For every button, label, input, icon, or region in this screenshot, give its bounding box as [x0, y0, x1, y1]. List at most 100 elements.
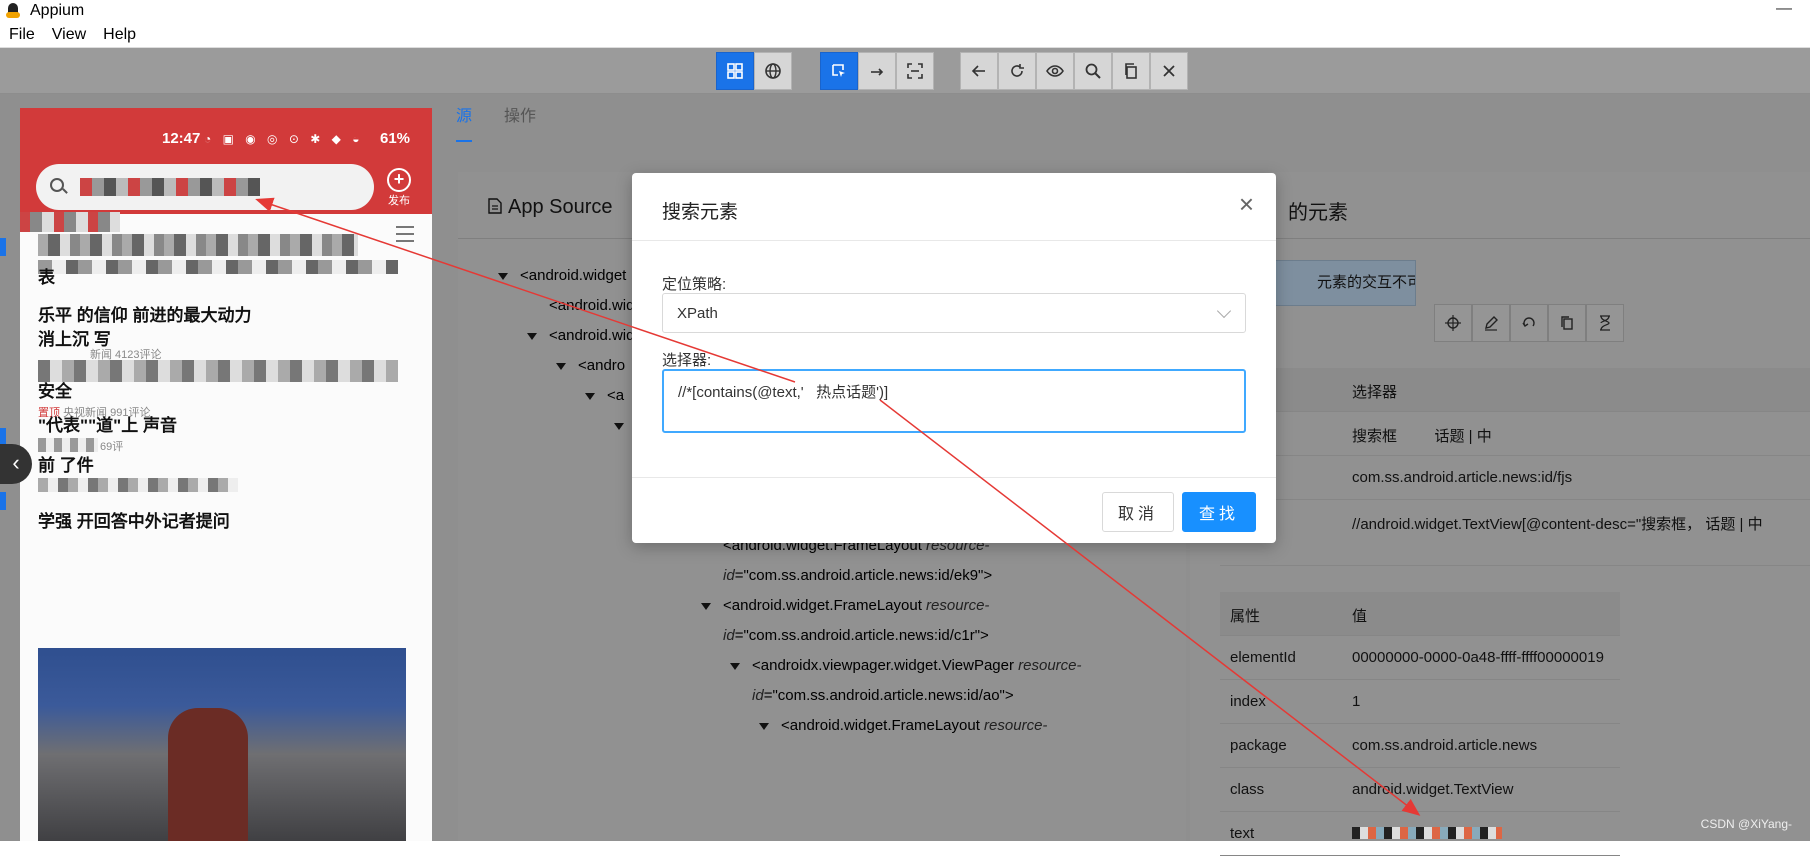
source-tree-node[interactable]: id="com.ss.android.article.news:id/ek9">: [723, 567, 992, 584]
news-headline[interactable]: 表: [38, 266, 418, 290]
phone-header: 12:47 ◔ ▣ ◉ ◎ ⊙ ✱ ◆ ◒ 61% + 发布: [20, 108, 432, 214]
news-photo[interactable]: [38, 648, 406, 841]
quit-session-button[interactable]: [1150, 52, 1188, 90]
action-group: [960, 52, 1188, 90]
caret-down-icon[interactable]: [759, 723, 769, 730]
copy-icon: [1122, 62, 1140, 80]
pixelated-text: [38, 360, 398, 382]
pencil-icon: [1483, 315, 1499, 331]
source-tree-node[interactable]: <android.widget: [498, 267, 626, 284]
search-element-button[interactable]: [1074, 52, 1112, 90]
locator-strategy-select[interactable]: XPath: [662, 293, 1246, 333]
menu-help[interactable]: Help: [103, 26, 136, 44]
node-attr-value: ="com.ss.android.article.news:id/ao">: [764, 687, 1014, 704]
device-screenshot[interactable]: 12:47 ◔ ▣ ◉ ◎ ⊙ ✱ ◆ ◒ 61% + 发布 热榜 常视 推荐 …: [20, 108, 432, 841]
cell-key: index: [1230, 693, 1340, 710]
menu-file[interactable]: File: [9, 26, 35, 44]
inspector-tabs: 源 操作: [456, 102, 568, 142]
chevron-down-icon: [1217, 304, 1231, 318]
source-tree-node[interactable]: id="com.ss.android.article.news:id/c1r">: [723, 627, 989, 644]
menu-view[interactable]: View: [52, 26, 86, 44]
copy-icon: [1559, 315, 1575, 331]
cell-key: package: [1230, 737, 1340, 754]
news-headline[interactable]: 学强 开回答中外记者提问: [38, 510, 418, 534]
tap-coordinates-button[interactable]: [896, 52, 934, 90]
watermark: CSDN @XiYang-: [1701, 817, 1792, 831]
publish-button[interactable]: + 发布: [384, 168, 414, 208]
minimize-button[interactable]: —: [1776, 0, 1792, 18]
caret-down-icon[interactable]: [730, 663, 740, 670]
caret-down-icon[interactable]: [556, 363, 566, 370]
grid-icon: [726, 62, 744, 80]
show-hide-button[interactable]: [1036, 52, 1074, 90]
source-tree-node[interactable]: <android.wid: [549, 297, 634, 314]
timing-button[interactable]: [1586, 304, 1624, 342]
source-title-text: App Source: [508, 196, 613, 218]
status-icons: ◔ ▣ ◉ ◎ ⊙ ✱ ◆ ◒: [204, 132, 363, 146]
caret-down-icon[interactable]: [614, 423, 624, 430]
refresh-button[interactable]: [998, 52, 1036, 90]
table-row: text: [1220, 812, 1620, 856]
tab-actions[interactable]: 操作: [504, 102, 536, 142]
copy-xml-button[interactable]: [1112, 52, 1150, 90]
table-row: classandroid.widget.TextView: [1220, 768, 1620, 812]
cell-value: //android.widget.TextView[@content-desc=…: [1352, 513, 1810, 534]
phone-search-box[interactable]: [36, 164, 374, 210]
cancel-button[interactable]: 取消: [1102, 492, 1174, 532]
news-headline[interactable]: 乐平 的信仰 前进的最大动力: [38, 304, 418, 328]
refresh-icon: [1008, 62, 1026, 80]
phone-time: 12:47: [162, 130, 200, 147]
modal-header: 搜索元素 ×: [632, 173, 1276, 241]
clear-button[interactable]: [1510, 304, 1548, 342]
search-button[interactable]: 查找: [1182, 492, 1256, 532]
cell-value: 1: [1352, 693, 1810, 710]
search-element-modal: 搜索元素 × 定位策略: XPath 选择器: 取消 查找: [632, 173, 1276, 543]
source-tree-node[interactable]: id="com.ss.android.article.news:id/ao">: [752, 687, 1014, 704]
selector-input[interactable]: [662, 369, 1246, 433]
news-headline[interactable]: "代表""道"上 声音: [38, 414, 418, 438]
news-headline[interactable]: 前 了件: [38, 454, 418, 478]
pixelated-text: [1352, 827, 1502, 839]
table-row: bility id搜索框 话题 | 中: [1220, 412, 1810, 456]
source-tree-node[interactable]: <a: [585, 387, 624, 404]
pixelated-text: [38, 234, 358, 256]
caret-down-icon[interactable]: [585, 393, 595, 400]
copy-attributes-button[interactable]: [1548, 304, 1586, 342]
node-tag: <android.widget: [520, 267, 626, 284]
cell-value: 00000000-0000-0a48-ffff-ffff00000019: [1352, 649, 1810, 666]
select-cursor-icon: [830, 62, 848, 80]
node-tag: <andro: [578, 357, 625, 374]
tap-element-button[interactable]: [1434, 304, 1472, 342]
divider: [1190, 238, 1810, 239]
native-mode-button[interactable]: [716, 52, 754, 90]
menu-icon[interactable]: [396, 226, 414, 242]
select-element-button[interactable]: [820, 52, 858, 90]
caret-down-icon[interactable]: [498, 273, 508, 280]
caret-down-icon[interactable]: [527, 333, 537, 340]
person-figure: [168, 708, 248, 841]
source-tree-node[interactable]: <android.widget.FrameLayout resource-: [759, 717, 1047, 734]
node-attr-name: resource-: [1018, 657, 1081, 674]
swipe-button[interactable]: [858, 52, 896, 90]
attribute-header-row: 属性值: [1220, 592, 1620, 636]
cell-key: text: [1230, 825, 1340, 842]
search-icon: [1084, 62, 1102, 80]
back-button[interactable]: [960, 52, 998, 90]
node-attr-value: ="com.ss.android.article.news:id/c1r">: [735, 627, 989, 644]
web-mode-button[interactable]: [754, 52, 792, 90]
source-tree-node[interactable]: <android.wid: [527, 327, 634, 344]
send-keys-button[interactable]: [1472, 304, 1510, 342]
node-attr-name: id: [752, 687, 764, 704]
news-headline[interactable]: 安全: [38, 380, 418, 404]
node-tag: <android.widget.FrameLayout: [723, 597, 926, 614]
node-tag: <a: [607, 387, 624, 404]
close-icon[interactable]: ×: [1239, 191, 1254, 217]
selector-label: 选择器:: [662, 349, 711, 370]
caret-down-icon[interactable]: [701, 603, 711, 610]
source-tree-node[interactable]: <android.widget.FrameLayout resource-: [701, 597, 989, 614]
source-tree-node[interactable]: <andro: [556, 357, 625, 374]
news-meta: 69评: [100, 438, 123, 454]
attribute-table: 属性值 elementId00000000-0000-0a48-ffff-fff…: [1220, 592, 1620, 856]
source-tree-node[interactable]: <androidx.viewpager.widget.ViewPager res…: [730, 657, 1082, 674]
tab-source[interactable]: 源: [456, 102, 472, 142]
